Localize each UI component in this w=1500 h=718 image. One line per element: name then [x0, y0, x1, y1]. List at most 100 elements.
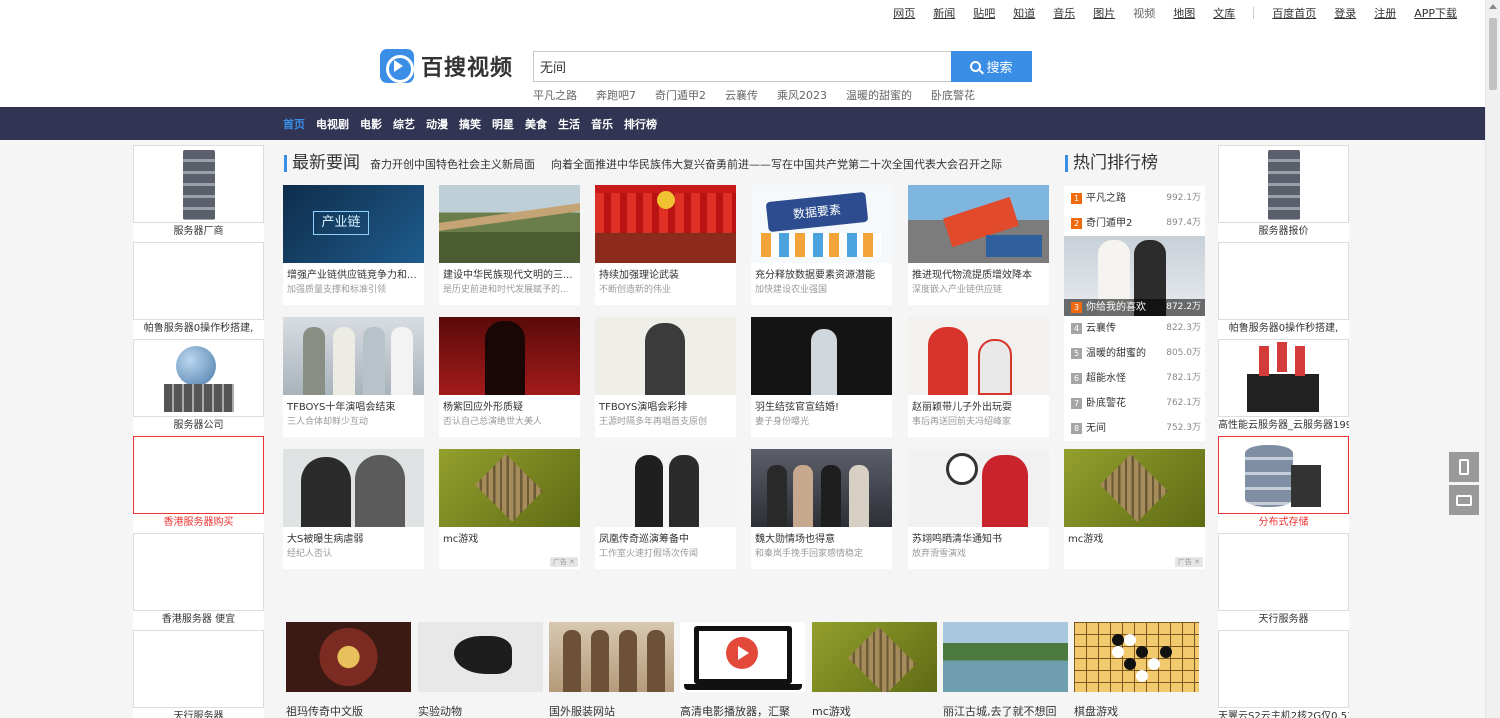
left-ad[interactable]: 天行服务器	[133, 630, 264, 718]
scroll-up-icon[interactable]	[1489, 4, 1497, 9]
page-scrollbar[interactable]	[1485, 0, 1500, 718]
top-link-web[interactable]: 网页	[893, 5, 915, 21]
game-thumbnail	[812, 622, 937, 692]
top-link-app-download[interactable]: APP下载	[1414, 5, 1457, 21]
video-card[interactable]: TFBOYS十年演唱会结束 三人合体却鲜少互动	[283, 317, 424, 437]
right-ad[interactable]: 分布式存储	[1218, 436, 1349, 533]
nav-item-food[interactable]: 美食	[525, 116, 547, 132]
top-link-wenku[interactable]: 文库	[1213, 5, 1235, 21]
video-card[interactable]: 羽生结弦官宣结婚! 妻子身份曝光	[751, 317, 892, 437]
headline-link[interactable]: 向着全面推进中华民族伟大复兴奋勇前进——写在中国共产党第二十次全国代表大会召开之…	[551, 156, 1002, 172]
ad-tag[interactable]: 广告 ✕	[1174, 557, 1203, 567]
hot-word[interactable]: 奇门遁甲2	[655, 87, 706, 103]
nav-item-movie[interactable]: 电影	[360, 116, 382, 132]
video-card[interactable]: 大S被曝生病虐弱 经纪人否认	[283, 449, 424, 569]
nav-item-ranking[interactable]: 排行榜	[624, 116, 657, 132]
bottom-card[interactable]: 高清电影播放器，汇聚	[680, 622, 805, 718]
bottom-card[interactable]: 丽江古城,去了就不想回	[943, 622, 1068, 718]
ranking-featured-item[interactable]: 3 你给我的喜欢 872.2万	[1064, 236, 1205, 316]
ad-card[interactable]: mc游戏 广告 ✕	[1064, 449, 1205, 569]
right-ad[interactable]: 高性能云服务器_云服务器199	[1218, 339, 1349, 436]
top-link-video[interactable]: 视频	[1133, 5, 1155, 21]
nav-item-star[interactable]: 明星	[492, 116, 514, 132]
ranking-item[interactable]: 2 奇门遁甲2 897.4万	[1064, 211, 1205, 236]
ranking-item[interactable]: 1 平凡之路 992.1万	[1064, 186, 1205, 211]
top-link-baidu-home[interactable]: 百度首页	[1272, 5, 1316, 21]
nav-item-home[interactable]: 首页	[283, 116, 305, 132]
top-link-login[interactable]: 登录	[1334, 5, 1356, 21]
left-ad[interactable]: 帕鲁服务器0操作秒搭建,	[133, 242, 264, 339]
hot-word[interactable]: 卧底警花	[931, 87, 975, 103]
ad-caption: 香港服务器 便宜	[133, 611, 264, 630]
ranking-item[interactable]: 6 超能水怪 782.1万	[1064, 366, 1205, 391]
video-subtitle	[439, 546, 580, 548]
search-input[interactable]	[533, 51, 951, 82]
bottom-card[interactable]: 国外服装网站	[549, 622, 674, 718]
bottom-card[interactable]: 棋盘游戏	[1074, 622, 1199, 718]
left-ad[interactable]: 服务器厂商	[133, 145, 264, 242]
logo[interactable]: 百搜视频	[380, 49, 513, 83]
video-card[interactable]: 魏大勋情场也得意 和秦岚手挽手回家感情稳定	[751, 449, 892, 569]
game-thumbnail	[439, 449, 580, 527]
search-button[interactable]: 搜索	[951, 51, 1032, 82]
hot-word[interactable]: 平凡之路	[533, 87, 577, 103]
feedback-button[interactable]	[1449, 485, 1479, 515]
video-card[interactable]: 推进现代物流提质增效降本 深度嵌入产业链供应链	[908, 185, 1049, 305]
top-link-news[interactable]: 新闻	[933, 5, 955, 21]
bottom-card[interactable]: mc游戏	[812, 622, 937, 718]
video-card[interactable]: 凤凰传奇巡演筹备中 工作室火速打假场次传闻	[595, 449, 736, 569]
mobile-app-button[interactable]	[1449, 452, 1479, 482]
right-ad[interactable]: 天行服务器	[1218, 533, 1349, 630]
left-ad[interactable]: 香港服务器 便宜	[133, 533, 264, 630]
nav-item-funny[interactable]: 搞笑	[459, 116, 481, 132]
video-card[interactable]: 苏翊鸣晒清华通知书 放弃滑雪演戏	[908, 449, 1049, 569]
top-link-image[interactable]: 图片	[1093, 5, 1115, 21]
video-card[interactable]: 赵丽颖带儿子外出玩耍 事后再送回前夫冯绍峰家	[908, 317, 1049, 437]
video-thumbnail: 数据要素	[751, 185, 892, 263]
video-card[interactable]: 杨紫回应外形质疑 否认自己总演绝世大美人	[439, 317, 580, 437]
ranking-item[interactable]: 7 卧底警花 762.1万	[1064, 391, 1205, 416]
ranking-item[interactable]: 5 温暖的甜蜜的 805.0万	[1064, 341, 1205, 366]
right-ad[interactable]: 天翼云S2云主机2核2G仅0.53	[1218, 630, 1349, 718]
nav-item-anime[interactable]: 动漫	[426, 116, 448, 132]
scrollbar-thumb[interactable]	[1489, 18, 1497, 90]
top-link-music[interactable]: 音乐	[1053, 5, 1075, 21]
video-subtitle: 深度嵌入产业链供应链	[912, 285, 1003, 295]
video-subtitle: 王源时隔多年再唱首支原创	[599, 417, 708, 427]
video-card[interactable]: TFBOYS演唱会彩排 王源时隔多年再唱首支原创	[595, 317, 736, 437]
video-card[interactable]: 数据要素 充分释放数据要素资源潜能 加快建设农业强国	[751, 185, 892, 305]
hot-word[interactable]: 乘风2023	[777, 87, 827, 103]
video-title: 增强产业链供应链竞争力和...	[287, 270, 417, 281]
bottom-card[interactable]: 实验动物	[418, 622, 543, 718]
video-card[interactable]: 产业链 增强产业链供应链竞争力和... 加强质量支撑和标准引领	[283, 185, 424, 305]
rank-number: 1	[1071, 193, 1082, 204]
bottom-card[interactable]: 祖玛传奇中文版	[286, 622, 411, 718]
video-title: mc游戏	[443, 534, 479, 545]
nav-item-variety[interactable]: 综艺	[393, 116, 415, 132]
nav-item-life[interactable]: 生活	[558, 116, 580, 132]
hot-word[interactable]: 奔跑吧7	[596, 87, 636, 103]
top-link-zhidao[interactable]: 知道	[1013, 5, 1035, 21]
server-shelf-image	[133, 630, 264, 708]
top-link-register[interactable]: 注册	[1374, 5, 1396, 21]
nav-item-tv[interactable]: 电视剧	[316, 116, 349, 132]
nav-item-music[interactable]: 音乐	[591, 116, 613, 132]
ranking-title: 热门排行榜	[1065, 155, 1158, 172]
left-ad[interactable]: 服务器公司	[133, 339, 264, 436]
hot-word[interactable]: 温暖的甜蜜的	[846, 87, 912, 103]
hot-word[interactable]: 云襄传	[725, 87, 758, 103]
top-link-tieba[interactable]: 贴吧	[973, 5, 995, 21]
ranking-item[interactable]: 8 无间 752.3万	[1064, 416, 1205, 441]
ad-card[interactable]: mc游戏 广告 ✕	[439, 449, 580, 569]
ad-caption: 分布式存储	[1218, 514, 1349, 533]
top-link-map[interactable]: 地图	[1173, 5, 1195, 21]
ranking-item[interactable]: 4 云襄传 822.3万	[1064, 316, 1205, 341]
headline-link[interactable]: 奋力开创中国特色社会主义新局面	[370, 156, 535, 172]
video-title: 大S被曝生病虐弱	[287, 534, 364, 545]
right-ad[interactable]: 帕鲁服务器0操作秒搭建,	[1218, 242, 1349, 339]
left-ad[interactable]: 香港服务器购买	[133, 436, 264, 533]
right-ad[interactable]: 服务器报价	[1218, 145, 1349, 242]
ad-tag[interactable]: 广告 ✕	[549, 557, 578, 567]
video-card[interactable]: 持续加强理论武装 不断创造新的伟业	[595, 185, 736, 305]
video-card[interactable]: 建设中华民族现代文明的三... 是历史前进和时代发展赋予的...	[439, 185, 580, 305]
